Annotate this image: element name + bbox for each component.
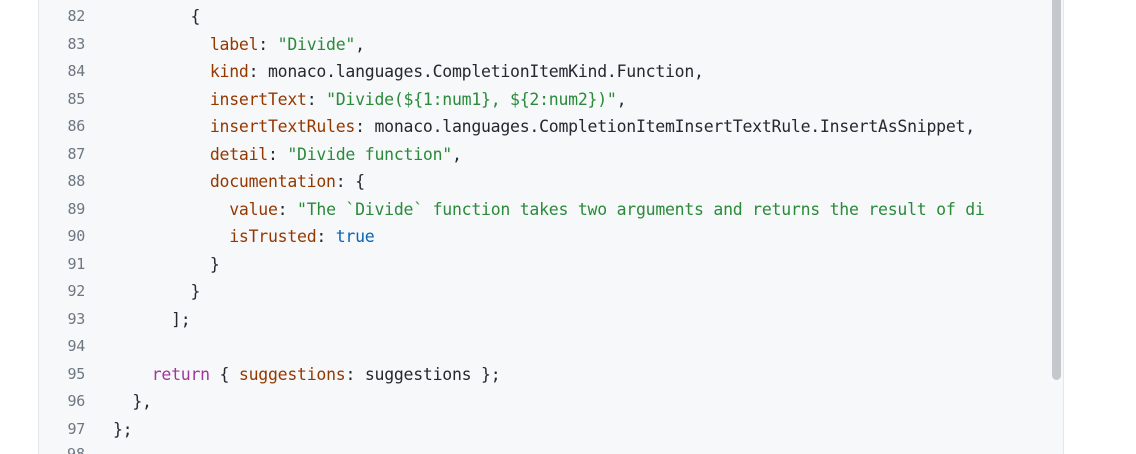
code-token: , [616, 89, 627, 109]
code-token: : [306, 89, 327, 109]
line-content: insertTextRules: monaco.languages.Comple… [113, 113, 975, 141]
code-line[interactable]: 82 { [39, 3, 1051, 31]
code-line[interactable]: 92 } [39, 278, 1051, 306]
line-number: 94 [67, 337, 85, 355]
code-token: : monaco.languages.CompletionItemInsertT… [355, 117, 975, 136]
vertical-scrollbar[interactable] [1052, 0, 1061, 380]
line-content: detail: "Divide function", [113, 141, 462, 169]
code-token: true [335, 227, 375, 246]
code-token: kind [209, 62, 249, 81]
line-number: 85 [67, 89, 85, 108]
line-number: 97 [67, 419, 85, 438]
code-token: , [451, 144, 462, 164]
line-number: 84 [67, 62, 85, 80]
line-number: 90 [67, 227, 85, 245]
line-content: ]; [113, 306, 191, 334]
line-number: 96 [67, 392, 85, 410]
code-token: : suggestions }; [345, 364, 501, 384]
code-token: { [209, 364, 239, 384]
code-token: "The `Divide` function takes two argumen… [297, 199, 985, 219]
code-line[interactable]: 89 value: "The `Divide` function takes t… [39, 196, 1051, 224]
code-token: { [190, 7, 201, 26]
code-token: value [229, 199, 278, 219]
code-line[interactable]: 86 insertTextRules: monaco.languages.Com… [39, 113, 1051, 141]
code-token: ]; [171, 309, 191, 329]
line-number: 91 [67, 254, 85, 273]
code-token: } [190, 282, 201, 301]
line-number: 93 [67, 309, 85, 328]
line-content: kind: monaco.languages.CompletionItemKin… [113, 58, 704, 86]
line-number: 83 [67, 34, 85, 53]
code-token: documentation [209, 172, 336, 191]
line-number: 92 [67, 282, 85, 300]
code-token: } [209, 254, 220, 274]
line-number: 95 [67, 364, 85, 383]
code-token: : monaco.languages.CompletionItemKind.Fu… [248, 62, 704, 81]
line-content: } [113, 278, 200, 306]
code-token: }; [113, 419, 133, 439]
line-content: documentation: { [113, 168, 365, 196]
code-token: : [316, 227, 336, 246]
line-content: label: "Divide", [113, 31, 365, 59]
line-content: } [113, 251, 220, 279]
code-line[interactable]: 87 detail: "Divide function", [39, 141, 1051, 169]
code-token: : { [335, 172, 365, 191]
code-lines[interactable]: 82 {83 label: "Divide", 84 kind: monaco.l… [39, 3, 1051, 454]
code-editor[interactable]: 82 {83 label: "Divide", 84 kind: monaco.l… [38, 0, 1064, 454]
line-number: 82 [67, 7, 85, 25]
code-token: isTrusted [229, 227, 317, 246]
code-line[interactable]: 96 }, [39, 388, 1051, 416]
line-content: }; [113, 416, 133, 444]
line-number: 89 [67, 199, 85, 218]
code-line[interactable]: 91 } [39, 251, 1051, 279]
code-line[interactable]: 95 return { suggestions: suggestions }; [39, 361, 1051, 389]
line-number-partial: 98 [39, 448, 85, 454]
code-line[interactable]: 88 documentation: { [39, 168, 1051, 196]
code-token: "Divide function" [287, 144, 452, 164]
code-token: : [267, 144, 288, 164]
code-token: : [258, 34, 278, 54]
line-content: isTrusted: true [113, 223, 375, 251]
code-line[interactable]: 94 [39, 333, 1051, 361]
code-token: label [209, 34, 259, 54]
line-content: value: "The `Divide` function takes two … [113, 196, 985, 224]
line-content: insertText: "Divide(${1:num1}, ${2:num2}… [113, 86, 627, 114]
line-content: }, [113, 388, 152, 416]
code-token: return [151, 364, 210, 384]
code-token: insertTextRules [209, 117, 356, 136]
line-number: 86 [67, 117, 85, 135]
code-token: : [277, 199, 298, 219]
code-token: , [355, 34, 365, 54]
line-number: 87 [67, 144, 85, 163]
code-token: }, [132, 392, 152, 411]
code-token: "Divide" [277, 34, 356, 54]
code-line[interactable]: 93 ]; [39, 306, 1051, 334]
line-content: return { suggestions: suggestions }; [113, 361, 501, 389]
code-line[interactable]: 83 label: "Divide", [39, 31, 1051, 59]
code-token: "Divide(${1:num1}, ${2:num2})" [326, 89, 617, 109]
code-line[interactable]: 84 kind: monaco.languages.CompletionItem… [39, 58, 1051, 86]
code-line[interactable]: 90 isTrusted: true [39, 223, 1051, 251]
code-token: suggestions [238, 364, 346, 384]
code-token: insertText [209, 89, 307, 109]
line-number: 88 [67, 172, 85, 190]
code-token: detail [209, 144, 268, 164]
code-line[interactable]: 97}; [39, 416, 1051, 444]
code-line[interactable]: 85 insertText: "Divide(${1:num1}, ${2:nu… [39, 86, 1051, 114]
line-content: { [113, 3, 200, 31]
